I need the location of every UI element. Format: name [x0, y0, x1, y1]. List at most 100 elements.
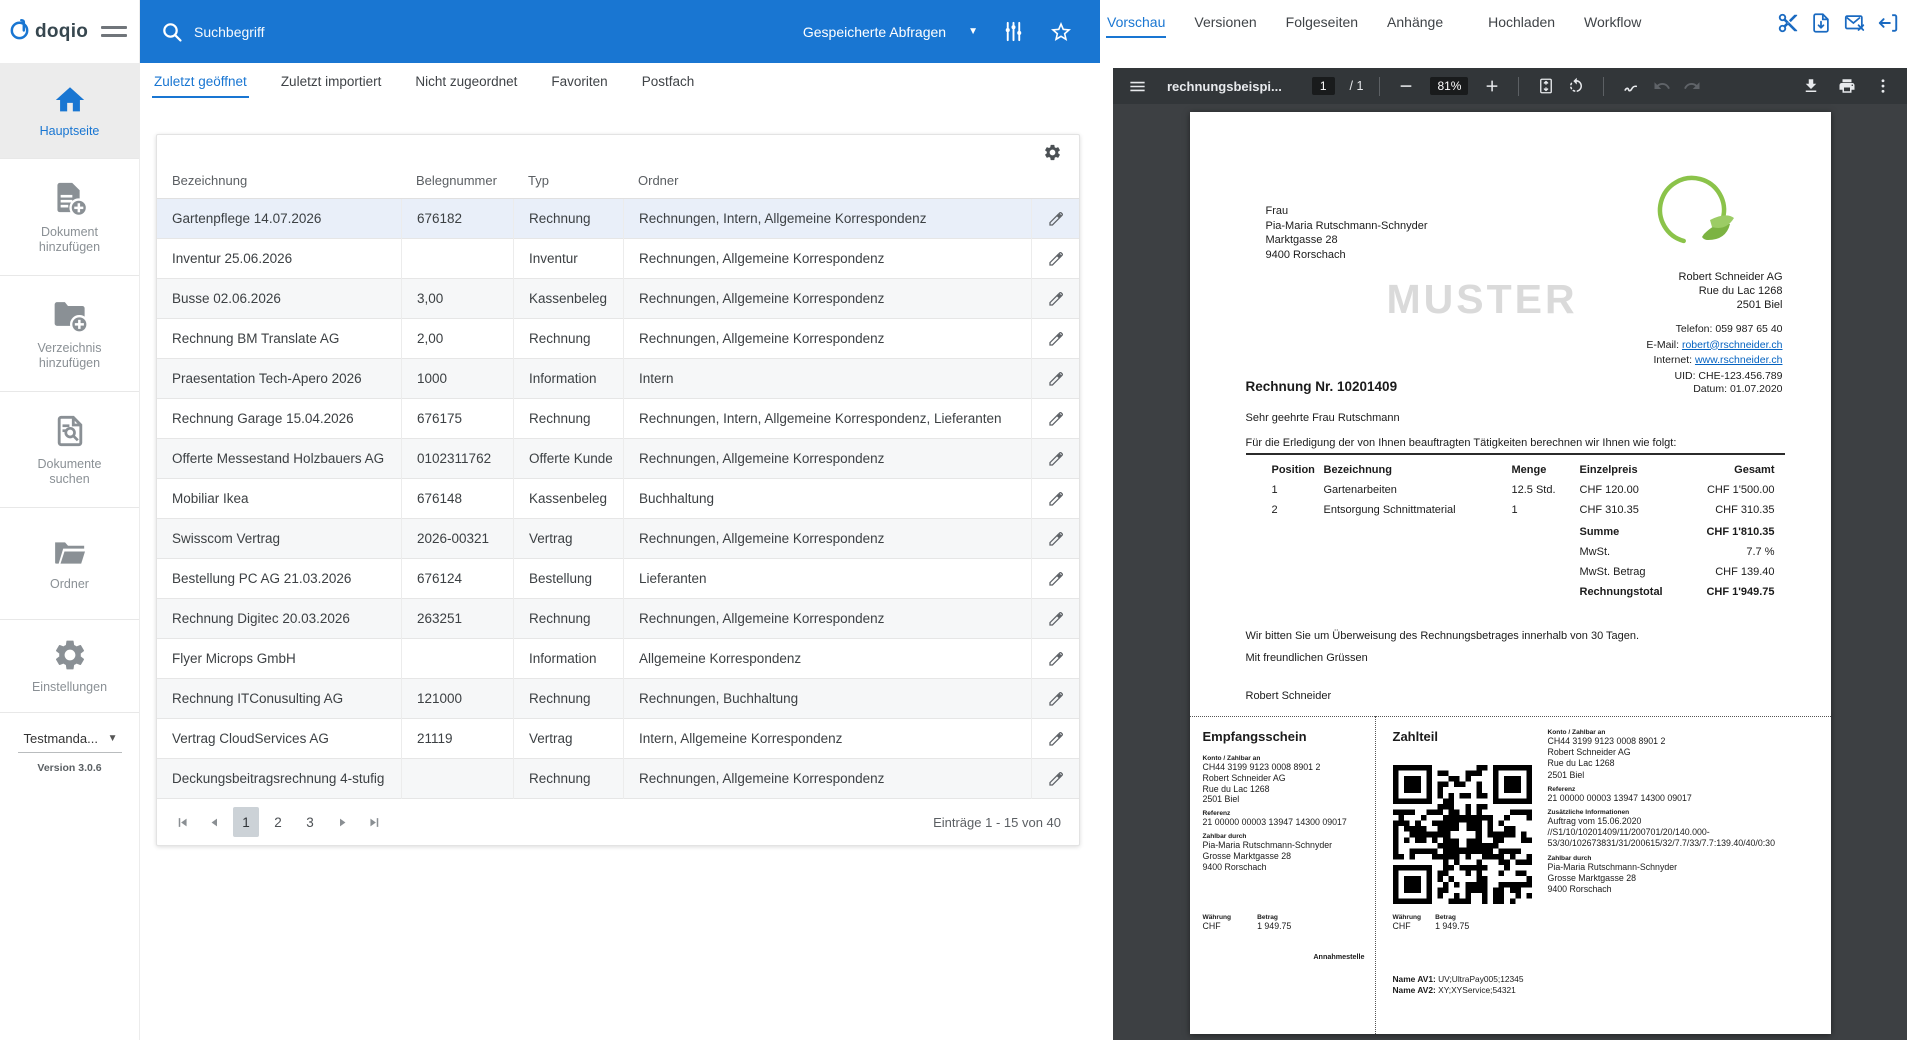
table-row[interactable]: Rechnung Digitec 20.03.2026263251Rechnun… [157, 599, 1079, 639]
edit-pencil-icon[interactable] [1031, 679, 1079, 719]
sidebar-item-einstellungen[interactable]: Einstellungen [0, 620, 139, 713]
tab-nicht-zugeordnet[interactable]: Nicht zugeordnet [413, 65, 519, 98]
pdf-viewer[interactable]: FrauPia-Maria Rutschmann-SchnyderMarktga… [1113, 104, 1907, 1040]
tab-zuletzt-importiert[interactable]: Zuletzt importiert [279, 65, 384, 98]
pdf-page-input[interactable]: 1 [1312, 77, 1335, 95]
table-row[interactable]: Bestellung PC AG 21.03.2026676124Bestell… [157, 559, 1079, 599]
table-row[interactable]: Rechnung BM Translate AG2,00RechnungRech… [157, 319, 1079, 359]
edit-pencil-icon[interactable] [1031, 719, 1079, 759]
table-row[interactable]: Praesentation Tech-Apero 20261000Informa… [157, 359, 1079, 399]
edit-pencil-icon[interactable] [1031, 639, 1079, 679]
page-button-1[interactable]: 1 [233, 807, 259, 837]
edit-pencil-icon[interactable] [1031, 279, 1079, 319]
column-header[interactable]: Ordner [623, 173, 1031, 188]
edit-pencil-icon[interactable] [1031, 439, 1079, 479]
table-row[interactable]: Flyer Microps GmbHInformationAllgemeine … [157, 639, 1079, 679]
edit-pencil-icon[interactable] [1031, 479, 1079, 519]
download-icon[interactable] [1800, 75, 1822, 97]
preview-tab-anh-nge[interactable]: Anhänge [1386, 12, 1444, 38]
table-row[interactable]: Gartenpflege 14.07.2026676182RechnungRec… [157, 199, 1079, 239]
preview-tab-folgeseiten[interactable]: Folgeseiten [1285, 12, 1359, 38]
table-row[interactable]: Busse 02.06.20263,00KassenbelegRechnunge… [157, 279, 1079, 319]
table-row[interactable]: Swisscom Vertrag2026-00321VertragRechnun… [157, 519, 1079, 559]
gear-icon[interactable] [1043, 143, 1062, 162]
home-icon [52, 83, 88, 117]
cell-ordner: Allgemeine Korrespondenz [623, 639, 1031, 679]
zoom-in-icon[interactable] [1482, 76, 1502, 96]
table-row[interactable]: Rechnung ITConusulting AG121000RechnungR… [157, 679, 1079, 719]
print-icon[interactable] [1836, 75, 1858, 97]
table-row[interactable]: Deckungsbeitragsrechnung 4-stufigRechnun… [157, 759, 1079, 799]
cell-bezeichnung: Praesentation Tech-Apero 2026 [157, 359, 401, 399]
more-vertical-icon[interactable] [1872, 75, 1894, 97]
tab-postfach[interactable]: Postfach [640, 65, 697, 98]
payment-title: Zahlteil [1393, 729, 1439, 744]
cut-icon[interactable] [1777, 12, 1799, 34]
tab-zuletzt-ge-ffnet[interactable]: Zuletzt geöffnet [152, 65, 249, 98]
menu-toggle-icon[interactable] [101, 26, 127, 37]
edit-pencil-icon[interactable] [1031, 559, 1079, 599]
zoom-out-icon[interactable] [1396, 76, 1416, 96]
cell-bezeichnung: Busse 02.06.2026 [157, 279, 401, 319]
preview-tab-vorschau[interactable]: Vorschau [1106, 12, 1166, 38]
last-page-icon[interactable] [361, 807, 387, 837]
column-header[interactable]: Belegnummer [401, 173, 513, 188]
fit-page-icon[interactable] [1535, 75, 1557, 97]
edit-pencil-icon[interactable] [1031, 199, 1079, 239]
edit-pencil-icon[interactable] [1031, 399, 1079, 439]
preview-tab-versionen[interactable]: Versionen [1193, 12, 1257, 38]
edit-pencil-icon[interactable] [1031, 359, 1079, 399]
edit-pencil-icon[interactable] [1031, 759, 1079, 799]
cell-belegnummer: 2026-00321 [401, 519, 513, 559]
annotate-icon[interactable] [1620, 75, 1643, 98]
email-link[interactable]: robert@rschneider.ch [1682, 339, 1783, 351]
invoice-total-row: MwSt.7.7 % [1246, 546, 1785, 566]
cell-belegnummer: 1000 [401, 359, 513, 399]
preview-tab-workflow[interactable]: Workflow [1583, 12, 1642, 38]
download-document-icon[interactable] [1810, 12, 1832, 34]
table-row[interactable]: Offerte Messestand Holzbauers AG01023117… [157, 439, 1079, 479]
column-header[interactable]: Bezeichnung [157, 173, 401, 188]
pdf-zoom-level[interactable]: 81% [1430, 77, 1468, 95]
edit-pencil-icon[interactable] [1031, 519, 1079, 559]
website-link[interactable]: www.rschneider.ch [1695, 354, 1783, 366]
invoice-salutation: Sehr geehrte Frau Rutschmann [1246, 412, 1400, 424]
table-footer: 123 Einträge 1 - 15 von 40 [157, 799, 1079, 845]
search-input[interactable] [194, 24, 524, 40]
undo-icon[interactable] [1651, 75, 1673, 97]
edit-pencil-icon[interactable] [1031, 599, 1079, 639]
email-document-icon[interactable] [1843, 12, 1866, 34]
column-header[interactable]: Typ [513, 173, 623, 188]
menu-icon[interactable] [1126, 75, 1149, 98]
invoice-total-row: RechnungstotalCHF 1'949.75 [1246, 586, 1785, 606]
sidebar-item-ordner[interactable]: Ordner [0, 508, 139, 620]
rotate-icon[interactable] [1565, 75, 1587, 97]
tune-icon[interactable] [1002, 20, 1025, 43]
saved-queries-dropdown[interactable]: Gespeicherte Abfragen ▼ [803, 24, 978, 40]
table-row[interactable]: Mobiliar Ikea676148KassenbelegBuchhaltun… [157, 479, 1079, 519]
payment-receipt-section: Empfangsschein Konto / Zahlbar an CH44 3… [1190, 716, 1376, 1034]
table-row[interactable]: Vertrag CloudServices AG21119VertragInte… [157, 719, 1079, 759]
sidebar-item-dokumente-suchen[interactable]: Dokumente suchen [0, 392, 139, 508]
table-row[interactable]: Rechnung Garage 15.04.2026676175Rechnung… [157, 399, 1079, 439]
cell-bezeichnung: Flyer Microps GmbH [157, 639, 401, 679]
edit-pencil-icon[interactable] [1031, 319, 1079, 359]
tenant-selector[interactable]: Testmanda... ▼ [18, 729, 122, 753]
preview-tab-hochladen[interactable]: Hochladen [1487, 12, 1556, 38]
page-button-3[interactable]: 3 [297, 807, 323, 837]
close-preview-icon[interactable] [1877, 12, 1899, 34]
sidebar-item-label: Dokument hinzufügen [18, 225, 122, 255]
star-icon[interactable] [1049, 20, 1073, 44]
next-page-icon[interactable] [329, 807, 355, 837]
prev-page-icon[interactable] [201, 807, 227, 837]
sidebar-item-verzeichnis-hinzufuegen[interactable]: Verzeichnis hinzufügen [0, 276, 139, 392]
tab-favoriten[interactable]: Favoriten [549, 65, 609, 98]
sidebar-item-hauptseite[interactable]: Hauptseite [0, 63, 139, 159]
redo-icon[interactable] [1681, 75, 1703, 97]
page-button-2[interactable]: 2 [265, 807, 291, 837]
table-row[interactable]: Inventur 25.06.2026InventurRechnungen, A… [157, 239, 1079, 279]
pdf-page-total: / 1 [1350, 79, 1364, 93]
edit-pencil-icon[interactable] [1031, 239, 1079, 279]
first-page-icon[interactable] [169, 807, 195, 837]
sidebar-item-dokument-hinzufuegen[interactable]: Dokument hinzufügen [0, 159, 139, 276]
